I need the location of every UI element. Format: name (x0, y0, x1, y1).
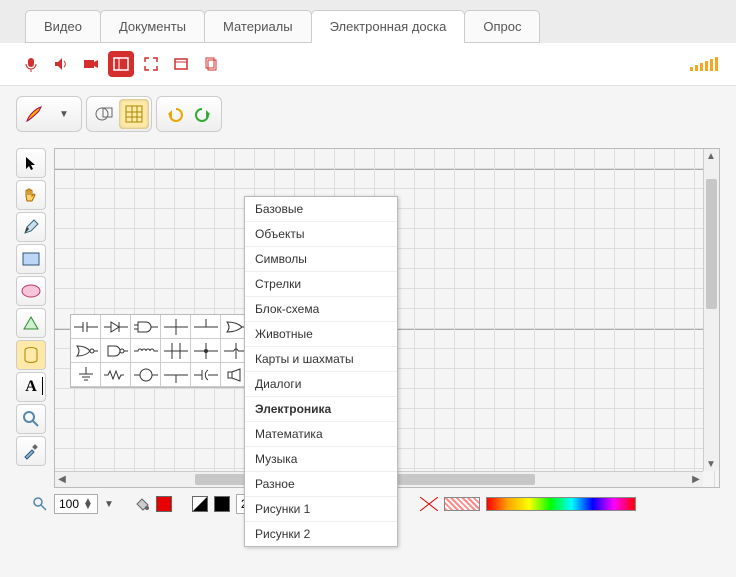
tab-whiteboard[interactable]: Электронная доска (311, 10, 466, 43)
rect-tool[interactable] (16, 244, 46, 274)
no-color-icon[interactable] (420, 497, 438, 511)
menu-drawings2[interactable]: Рисунки 2 (245, 522, 397, 546)
hand-tool[interactable] (16, 180, 46, 210)
grid-icon[interactable] (119, 99, 149, 129)
tab-documents[interactable]: Документы (100, 10, 205, 43)
tab-bar: Видео Документы Материалы Электронная до… (0, 0, 736, 43)
electronics-palette (70, 314, 252, 388)
menu-objects[interactable]: Объекты (245, 222, 397, 247)
menu-symbols[interactable]: Символы (245, 247, 397, 272)
menu-animals[interactable]: Животные (245, 322, 397, 347)
edit-toolbar: ▼ (16, 96, 720, 132)
sym-junction2[interactable] (191, 315, 221, 339)
window-icon[interactable] (168, 51, 194, 77)
tab-video[interactable]: Видео (25, 10, 101, 43)
sym-diode[interactable] (101, 315, 131, 339)
fullscreen-icon[interactable] (138, 51, 164, 77)
brush-icon[interactable] (19, 99, 49, 129)
menu-cards-chess[interactable]: Карты и шахматы (245, 347, 397, 372)
board-icon[interactable] (108, 51, 134, 77)
redo-icon[interactable] (189, 99, 219, 129)
menu-math[interactable]: Математика (245, 422, 397, 447)
ellipse-tool[interactable] (16, 276, 46, 306)
sym-cross[interactable] (161, 339, 191, 363)
copy-icon[interactable] (198, 51, 224, 77)
sym-and-gate[interactable] (131, 315, 161, 339)
brush-dropdown[interactable]: ▼ (49, 99, 79, 129)
tab-materials[interactable]: Материалы (204, 10, 312, 43)
eyedropper-tool[interactable] (16, 436, 46, 466)
signal-icon (690, 57, 718, 71)
camera-icon[interactable] (78, 51, 104, 77)
menu-flowchart[interactable]: Блок-схема (245, 297, 397, 322)
menu-arrows[interactable]: Стрелки (245, 272, 397, 297)
menu-electronics[interactable]: Электроника (245, 397, 397, 422)
stroke-color-swatch[interactable] (214, 496, 230, 512)
sym-source[interactable] (131, 363, 161, 387)
vertical-toolbox: A (16, 148, 48, 488)
stroke-style[interactable] (192, 496, 208, 512)
sym-capacitor2[interactable] (191, 363, 221, 387)
hatch-swatch[interactable] (444, 497, 480, 511)
pencil-tool[interactable] (16, 212, 46, 242)
pointer-tool[interactable] (16, 148, 46, 178)
menu-music[interactable]: Музыка (245, 447, 397, 472)
sym-nand-gate[interactable] (101, 339, 131, 363)
bucket-icon[interactable] (134, 496, 150, 512)
menu-dialogs[interactable]: Диалоги (245, 372, 397, 397)
color-spectrum[interactable] (486, 497, 636, 511)
sym-junction[interactable] (161, 315, 191, 339)
mic-icon[interactable] (18, 51, 44, 77)
menu-drawings1[interactable]: Рисунки 1 (245, 497, 397, 522)
menu-basic[interactable]: Базовые (245, 197, 397, 222)
zoom-input[interactable]: 100▲▼ (54, 494, 98, 514)
speaker-icon[interactable] (48, 51, 74, 77)
sym-cross2[interactable] (191, 339, 221, 363)
top-toolbar (0, 43, 736, 86)
v-scroll-thumb[interactable] (706, 179, 717, 309)
undo-icon[interactable] (159, 99, 189, 129)
zoom-tool[interactable] (16, 404, 46, 434)
zoom-dropdown[interactable]: ▼ (104, 499, 114, 510)
text-tool[interactable]: A (16, 372, 46, 402)
sym-capacitor[interactable] (71, 315, 101, 339)
shape-library-tool[interactable] (16, 340, 46, 370)
sym-ground[interactable] (71, 363, 101, 387)
sym-inductor[interactable] (131, 339, 161, 363)
overlap-icon[interactable] (89, 99, 119, 129)
shape-category-menu: Базовые Объекты Символы Стрелки Блок-схе… (244, 196, 398, 547)
sym-cross4[interactable] (161, 363, 191, 387)
sym-resistor[interactable] (101, 363, 131, 387)
tab-poll[interactable]: Опрос (464, 10, 540, 43)
menu-misc[interactable]: Разное (245, 472, 397, 497)
triangle-tool[interactable] (16, 308, 46, 338)
sym-nor-gate[interactable] (71, 339, 101, 363)
vertical-scrollbar[interactable]: ▲ ▼ (703, 149, 719, 471)
zoom-icon[interactable] (32, 496, 48, 512)
fill-color-swatch[interactable] (156, 496, 172, 512)
